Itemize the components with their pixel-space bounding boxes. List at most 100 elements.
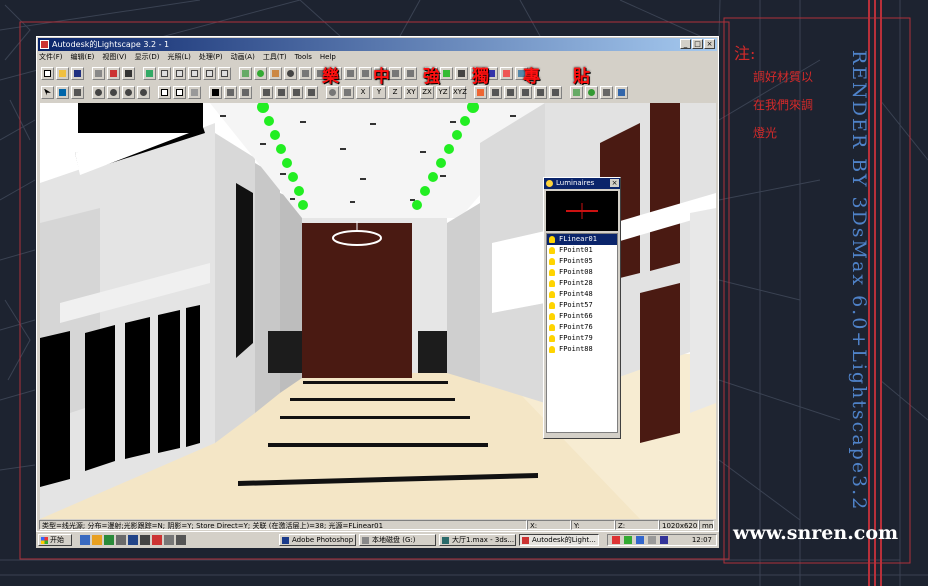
zoom-all-button[interactable] — [107, 85, 120, 99]
app-icon-4[interactable] — [152, 535, 162, 545]
menu-tools[interactable]: Tools — [295, 52, 312, 62]
app-icon-5[interactable] — [164, 535, 174, 545]
luminaire-item[interactable]: FPoint01 — [547, 245, 617, 256]
close-button[interactable]: × — [704, 39, 715, 49]
pan-button[interactable] — [299, 66, 312, 80]
axis-z-button[interactable]: Z — [388, 85, 402, 99]
menu-edit[interactable]: 编辑(E) — [71, 52, 95, 62]
walk-tool-button[interactable] — [504, 85, 517, 99]
menu-animation[interactable]: 动画(A) — [231, 52, 255, 62]
settings-button[interactable] — [600, 85, 613, 99]
menu-help[interactable]: Help — [320, 52, 336, 62]
mirror-button[interactable] — [290, 85, 303, 99]
material-button[interactable] — [500, 66, 513, 80]
luminaire-item[interactable]: FPoint79 — [547, 333, 617, 344]
menu-process[interactable]: 处理(P) — [199, 52, 223, 62]
start-button[interactable]: 开始 — [38, 534, 72, 546]
task-photoshop[interactable]: Adobe Photoshop — [279, 534, 356, 546]
refresh-button[interactable] — [239, 66, 252, 80]
save-button[interactable] — [71, 66, 84, 80]
globe-button[interactable] — [585, 85, 598, 99]
eye-icon-button[interactable] — [254, 66, 267, 80]
task-lightscape[interactable]: Autodesk的Light... — [519, 534, 599, 546]
menu-view[interactable]: 视图(V) — [102, 52, 126, 62]
zoom-previous-button[interactable] — [137, 85, 150, 99]
axis-zx-button[interactable]: ZX — [420, 85, 434, 99]
go-button[interactable] — [440, 66, 453, 80]
input-method-icon[interactable] — [660, 536, 668, 544]
luminaire-item[interactable]: FPoint76 — [547, 322, 617, 333]
light-button[interactable] — [474, 85, 487, 99]
luminaire-item[interactable]: FPoint05 — [547, 256, 617, 267]
open-file-button[interactable] — [56, 66, 69, 80]
folder-icon[interactable] — [92, 535, 102, 545]
menu-display[interactable]: 显示(D) — [135, 52, 160, 62]
close-icon[interactable]: × — [610, 179, 619, 187]
maximize-button[interactable]: □ — [692, 39, 703, 49]
print-button[interactable] — [92, 66, 105, 80]
tray-icon-3[interactable] — [636, 536, 644, 544]
app-icon-3[interactable] — [140, 535, 150, 545]
shade-radiosity-button[interactable] — [203, 66, 216, 80]
ie-icon[interactable] — [104, 535, 114, 545]
luminaires-list[interactable]: FLinear01 FPoint01 FPoint05 FPoint08 FPoint2… — [546, 233, 618, 433]
context-help-button[interactable] — [122, 66, 135, 80]
title-bar[interactable]: Autodesk的Lightscape 3.2 - 1 _ □ × — [38, 38, 717, 51]
move-arrow-button[interactable] — [209, 85, 222, 99]
shade-smooth-button[interactable] — [173, 66, 186, 80]
target-button[interactable] — [404, 66, 417, 80]
luminaire-item[interactable]: FPoint88 — [547, 344, 617, 355]
measure-button[interactable] — [549, 85, 562, 99]
luminaires-title-bar[interactable]: Luminaires × — [544, 178, 620, 189]
copy-button[interactable] — [158, 85, 171, 99]
delete-button[interactable] — [188, 85, 201, 99]
luminaire-item[interactable]: FPoint08 — [547, 267, 617, 278]
zoom-extents-button[interactable] — [122, 85, 135, 99]
zoom-button[interactable] — [284, 66, 297, 80]
axis-xyz-button[interactable]: XYZ — [452, 85, 467, 99]
axis-yz-button[interactable]: YZ — [436, 85, 450, 99]
app-icon-2[interactable] — [128, 535, 138, 545]
stop-button[interactable] — [455, 66, 468, 80]
luminaire-item[interactable]: FPoint48 — [547, 289, 617, 300]
shade-wire-button[interactable] — [143, 66, 156, 80]
axis-x-button[interactable]: X — [356, 85, 370, 99]
align-button[interactable] — [260, 85, 273, 99]
camera-button[interactable] — [389, 66, 402, 80]
luminaire-item[interactable]: FPoint57 — [547, 300, 617, 311]
task-3dsmax[interactable]: 大厅1.max - 3ds... — [439, 534, 516, 546]
desktop-icon[interactable] — [80, 535, 90, 545]
luminaire-item[interactable]: FPoint66 — [547, 311, 617, 322]
task-local-disk[interactable]: 本地磁盘 (G:) — [359, 534, 436, 546]
rotate-view-button[interactable] — [326, 85, 339, 99]
camera-view-button[interactable] — [489, 85, 502, 99]
layers-button[interactable] — [570, 85, 583, 99]
help-button[interactable] — [107, 66, 120, 80]
menu-tools-cn[interactable]: 工具(T) — [263, 52, 287, 62]
app-icon-6[interactable] — [176, 535, 186, 545]
select-arrow-button[interactable] — [41, 85, 54, 99]
zoom-window-button[interactable] — [92, 85, 105, 99]
undo-button[interactable] — [615, 85, 628, 99]
layer-button[interactable] — [269, 66, 282, 80]
app-icon-1[interactable] — [116, 535, 126, 545]
tray-icon-2[interactable] — [624, 536, 632, 544]
app-icon[interactable] — [40, 40, 49, 49]
section-button[interactable] — [534, 85, 547, 99]
axis-xy-button[interactable]: XY — [404, 85, 418, 99]
minimize-button[interactable]: _ — [680, 39, 691, 49]
new-file-button[interactable] — [41, 66, 54, 80]
pivot-button[interactable] — [341, 85, 354, 99]
look-button[interactable] — [519, 85, 532, 99]
menu-file[interactable]: 文件(F) — [39, 52, 63, 62]
fly-button[interactable] — [359, 66, 372, 80]
paste-button[interactable] — [173, 85, 186, 99]
shade-solid-button[interactable] — [158, 66, 171, 80]
axis-y-button[interactable]: Y — [372, 85, 386, 99]
snap-button[interactable] — [275, 85, 288, 99]
walk-button[interactable] — [344, 66, 357, 80]
tray-icon-1[interactable] — [612, 536, 620, 544]
luminaire-item[interactable]: FPoint28 — [547, 278, 617, 289]
select-lasso-button[interactable] — [71, 85, 84, 99]
shade-texture-button[interactable] — [188, 66, 201, 80]
